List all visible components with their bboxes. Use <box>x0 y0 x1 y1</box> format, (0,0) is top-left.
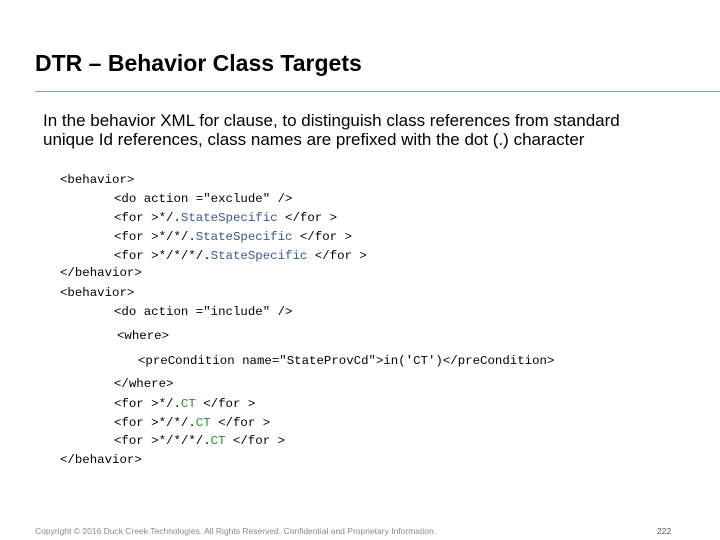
code-text: </for > <box>292 230 352 244</box>
code-line-9: <where> <box>117 329 170 343</box>
page-number: 222 <box>657 526 672 536</box>
code-text: <for >*/*/. <box>114 230 196 244</box>
intro-paragraph: In the behavior XML for clause, to disti… <box>43 111 713 149</box>
code-text: <for >*/. <box>114 211 181 225</box>
code-text: </for > <box>277 211 338 225</box>
code-line-6: </behavior> <box>60 266 142 280</box>
ct-class-token: CT <box>210 434 226 448</box>
code-text: </for > <box>307 249 367 263</box>
code-text: </for > <box>195 397 256 411</box>
footer-copyright: Copyright © 2016 Duck Creek Technologies… <box>35 526 437 536</box>
code-line-5: <for >*/*/*/.StateSpecific </for > <box>114 249 367 264</box>
code-line-15: </behavior> <box>60 453 142 467</box>
code-line-14: <for >*/*/*/.CT </for > <box>114 434 285 449</box>
code-text: <for >*/*/. <box>114 416 196 430</box>
code-text: <for >*/*/*/. <box>114 249 211 263</box>
code-line-13: <for >*/*/.CT </for > <box>114 416 270 431</box>
code-text: <for >*/. <box>114 397 181 411</box>
code-line-7: <behavior> <box>60 286 135 300</box>
intro-line-2: unique Id references, class names are pr… <box>43 130 585 149</box>
code-text: </for > <box>225 434 286 448</box>
code-text: <for >*/*/*/. <box>114 434 211 448</box>
code-line-1: <behavior> <box>60 173 135 187</box>
code-line-4: <for >*/*/.StateSpecific </for > <box>114 230 352 245</box>
code-line-2: <do action ="exclude" /> <box>114 192 293 206</box>
class-name-token: StateSpecific <box>210 249 308 263</box>
code-line-12: <for >*/.CT </for > <box>114 397 255 412</box>
code-line-3: <for >*/.StateSpecific </for > <box>114 211 337 226</box>
code-line-10: <preCondition name="StateProvCd">in('CT'… <box>138 354 555 368</box>
code-line-8: <do action ="include" /> <box>114 305 293 319</box>
class-name-token: StateSpecific <box>180 211 278 225</box>
ct-class-token: CT <box>195 416 211 430</box>
code-text: </for > <box>210 416 271 430</box>
intro-line-1: In the behavior XML for clause, to disti… <box>43 111 620 130</box>
ct-class-token: CT <box>180 397 196 411</box>
slide-title: DTR – Behavior Class Targets <box>35 50 362 76</box>
title-divider <box>35 91 720 92</box>
code-line-11: </where> <box>114 377 174 391</box>
class-name-token: StateSpecific <box>195 230 293 244</box>
